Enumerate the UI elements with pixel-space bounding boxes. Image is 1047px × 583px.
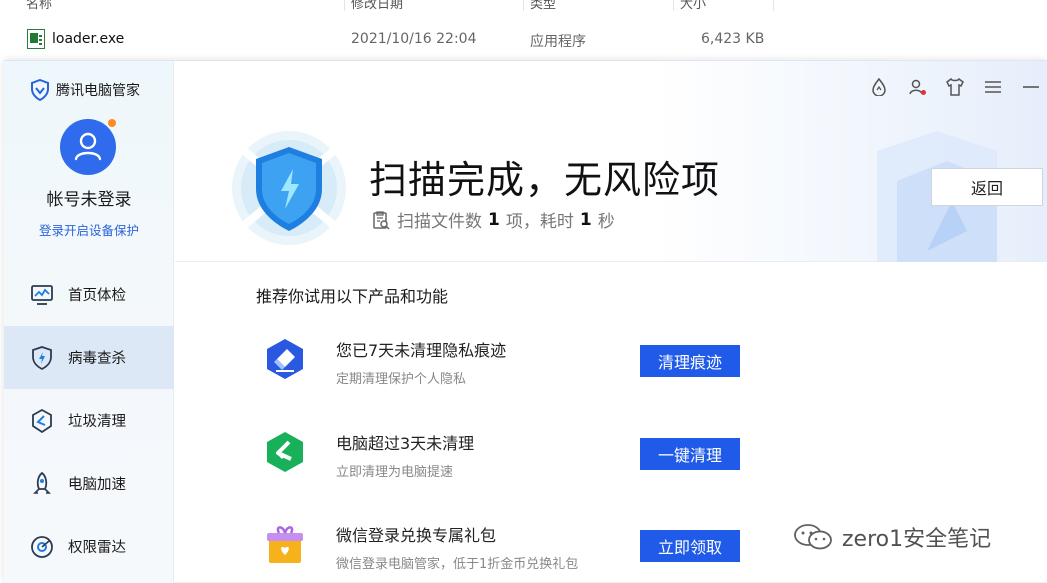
window-controls bbox=[869, 77, 1047, 97]
scan-time-prefix: 项，耗时 bbox=[505, 212, 574, 232]
recommendation-subtitle: 立即清理为电脑提速 bbox=[336, 465, 454, 480]
scan-seconds: 1 bbox=[579, 209, 592, 230]
recommendation-subtitle: 定期清理保护个人隐私 bbox=[336, 372, 467, 387]
privacy-eraser-icon bbox=[267, 339, 303, 379]
recommendation-subtitle: 微信登录电脑管家，低于1折金币兑换礼包 bbox=[336, 557, 579, 572]
tencent-shield-logo-icon bbox=[31, 79, 49, 101]
minimize-icon[interactable] bbox=[1021, 77, 1041, 97]
scan-result-headline: 扫描完成，无风险项 bbox=[369, 158, 721, 202]
avatar[interactable] bbox=[60, 119, 116, 175]
menu-icon[interactable] bbox=[983, 77, 1003, 97]
recommendation-title: 您已7天未清理隐私痕迹 bbox=[336, 341, 507, 360]
sidebar-item-label: 病毒查杀 bbox=[68, 351, 126, 367]
pc-manager-window: 腾讯电脑管家 帐号未登录 登录开启设备保护 首页体检 病毒查杀 垃圾清理 电脑加… bbox=[4, 60, 1047, 583]
file-explorer-strip: 名称 修改日期 类型 大小 loader.exe 2021/10/16 22:0… bbox=[0, 0, 1047, 60]
file-row[interactable]: loader.exe 2021/10/16 22:04 应用程序 6,423 K… bbox=[0, 28, 1047, 52]
sidebar-item-permission-radar[interactable]: 权限雷达 bbox=[4, 515, 174, 578]
exe-file-icon bbox=[27, 29, 45, 49]
scan-result-banner: 扫描完成，无风险项 扫描文件数 1 项，耗时 1 秒 返回 bbox=[175, 61, 1047, 262]
sidebar-item-speedup[interactable]: 电脑加速 bbox=[4, 452, 174, 515]
gift-box-icon bbox=[267, 526, 303, 563]
recommendation-title: 电脑超过3天未清理 bbox=[336, 434, 475, 453]
sidebar-item-virus-scan[interactable]: 病毒查杀 bbox=[4, 326, 174, 389]
file-size: 6,423 KB bbox=[701, 31, 765, 47]
account-status: 帐号未登录 bbox=[46, 190, 132, 210]
brand-name: 腾讯电脑管家 bbox=[56, 83, 140, 99]
column-size[interactable]: 大小 bbox=[680, 0, 706, 12]
rocket-icon bbox=[30, 471, 54, 496]
wechat-icon bbox=[794, 524, 832, 550]
monitor-icon bbox=[30, 283, 54, 307]
scan-complete-shield-icon bbox=[230, 129, 348, 247]
sidebar-item-label: 电脑加速 bbox=[68, 477, 126, 493]
water-drop-icon[interactable] bbox=[869, 77, 889, 97]
broom-clean-icon bbox=[267, 432, 303, 472]
scan-time-suffix: 秒 bbox=[597, 212, 615, 232]
shield-bolt-icon bbox=[30, 345, 54, 370]
clipboard-search-icon bbox=[373, 210, 390, 230]
column-modified[interactable]: 修改日期 bbox=[351, 0, 403, 12]
broom-icon bbox=[30, 408, 54, 433]
radar-icon bbox=[30, 535, 54, 559]
file-type: 应用程序 bbox=[530, 34, 586, 50]
sidebar-item-label: 首页体检 bbox=[68, 288, 126, 304]
sidebar-item-junk-clean[interactable]: 垃圾清理 bbox=[4, 389, 174, 452]
login-link[interactable]: 登录开启设备保护 bbox=[4, 220, 174, 239]
file-name: loader.exe bbox=[52, 31, 125, 47]
sidebar-item-label: 权限雷达 bbox=[68, 540, 126, 556]
recommendation-title: 微信登录兑换专属礼包 bbox=[336, 526, 497, 545]
recommendation-item: 微信登录兑换专属礼包 微信登录电脑管家，低于1折金币兑换礼包 立即领取 bbox=[255, 512, 755, 572]
recommendation-item: 您已7天未清理隐私痕迹 定期清理保护个人隐私 清理痕迹 bbox=[255, 327, 755, 387]
sidebar-item-home-check[interactable]: 首页体检 bbox=[4, 263, 174, 326]
sidebar-nav: 首页体检 病毒查杀 垃圾清理 电脑加速 权限雷达 bbox=[4, 263, 174, 578]
notification-dot bbox=[108, 119, 116, 127]
brand: 腾讯电脑管家 bbox=[30, 79, 140, 101]
sidebar: 腾讯电脑管家 帐号未登录 登录开启设备保护 首页体检 病毒查杀 垃圾清理 电脑加… bbox=[4, 61, 174, 583]
scan-summary: 扫描文件数 1 项，耗时 1 秒 bbox=[371, 207, 615, 232]
scan-files-prefix: 扫描文件数 bbox=[397, 212, 482, 232]
file-modified: 2021/10/16 22:04 bbox=[351, 31, 477, 47]
back-button[interactable]: 返回 bbox=[931, 168, 1043, 206]
one-click-clean-button[interactable]: 一键清理 bbox=[640, 438, 740, 470]
main-panel: 扫描完成，无风险项 扫描文件数 1 项，耗时 1 秒 返回 推荐你试用以下产品和… bbox=[175, 61, 1047, 583]
user-icon bbox=[74, 132, 102, 161]
column-type[interactable]: 类型 bbox=[530, 0, 556, 12]
scan-files-count: 1 bbox=[488, 209, 500, 230]
watermark-text: zero1安全笔记 bbox=[842, 527, 992, 552]
clean-traces-button[interactable]: 清理痕迹 bbox=[640, 345, 740, 377]
recommendations-title: 推荐你试用以下产品和功能 bbox=[256, 287, 449, 306]
user-alert-icon[interactable] bbox=[907, 77, 927, 97]
tshirt-skin-icon[interactable] bbox=[945, 77, 965, 97]
watermark: zero1安全笔记 bbox=[792, 521, 991, 553]
recommendation-item: 电脑超过3天未清理 立即清理为电脑提速 一键清理 bbox=[255, 420, 755, 480]
claim-now-button[interactable]: 立即领取 bbox=[640, 530, 740, 562]
column-name[interactable]: 名称 bbox=[26, 0, 52, 12]
file-list-header: 名称 修改日期 类型 大小 bbox=[0, 0, 1047, 12]
sidebar-item-label: 垃圾清理 bbox=[68, 414, 126, 430]
